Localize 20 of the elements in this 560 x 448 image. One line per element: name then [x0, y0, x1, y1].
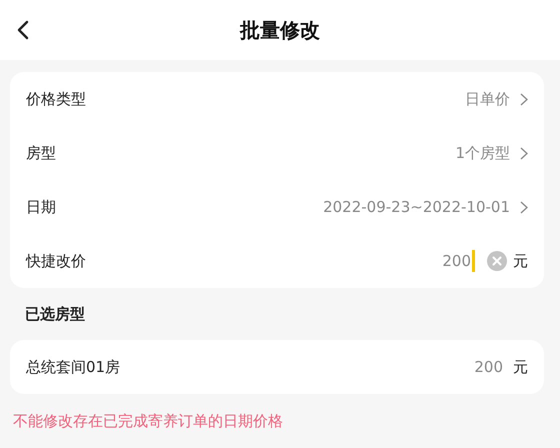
- text-cursor: [472, 250, 475, 272]
- row-value[interactable]: 2022-09-23~2022-10-01: [323, 198, 510, 216]
- chevron-icon: [520, 146, 528, 160]
- row-value[interactable]: 日单价: [465, 90, 510, 108]
- page-title: 批量修改: [240, 16, 320, 44]
- back-icon[interactable]: [16, 20, 30, 40]
- room-price: 200: [474, 358, 503, 376]
- row-label: 日期: [26, 198, 57, 216]
- section-title: 已选房型: [24, 304, 86, 325]
- chevron-icon: [520, 200, 528, 214]
- row-label: 快捷改价: [26, 252, 87, 270]
- row-label: 房型: [26, 144, 57, 162]
- row-value[interactable]: 1个房型: [455, 144, 510, 162]
- room-name: 总统套间01房: [26, 358, 122, 376]
- row-label: 价格类型: [26, 90, 87, 108]
- price-input[interactable]: 200: [442, 252, 471, 270]
- warning-text: 不能修改存在已完成寄养订单的日期价格: [12, 411, 284, 431]
- unit-label: 元: [513, 252, 528, 270]
- chevron-icon: [520, 92, 528, 106]
- unit-label: 元: [513, 358, 528, 376]
